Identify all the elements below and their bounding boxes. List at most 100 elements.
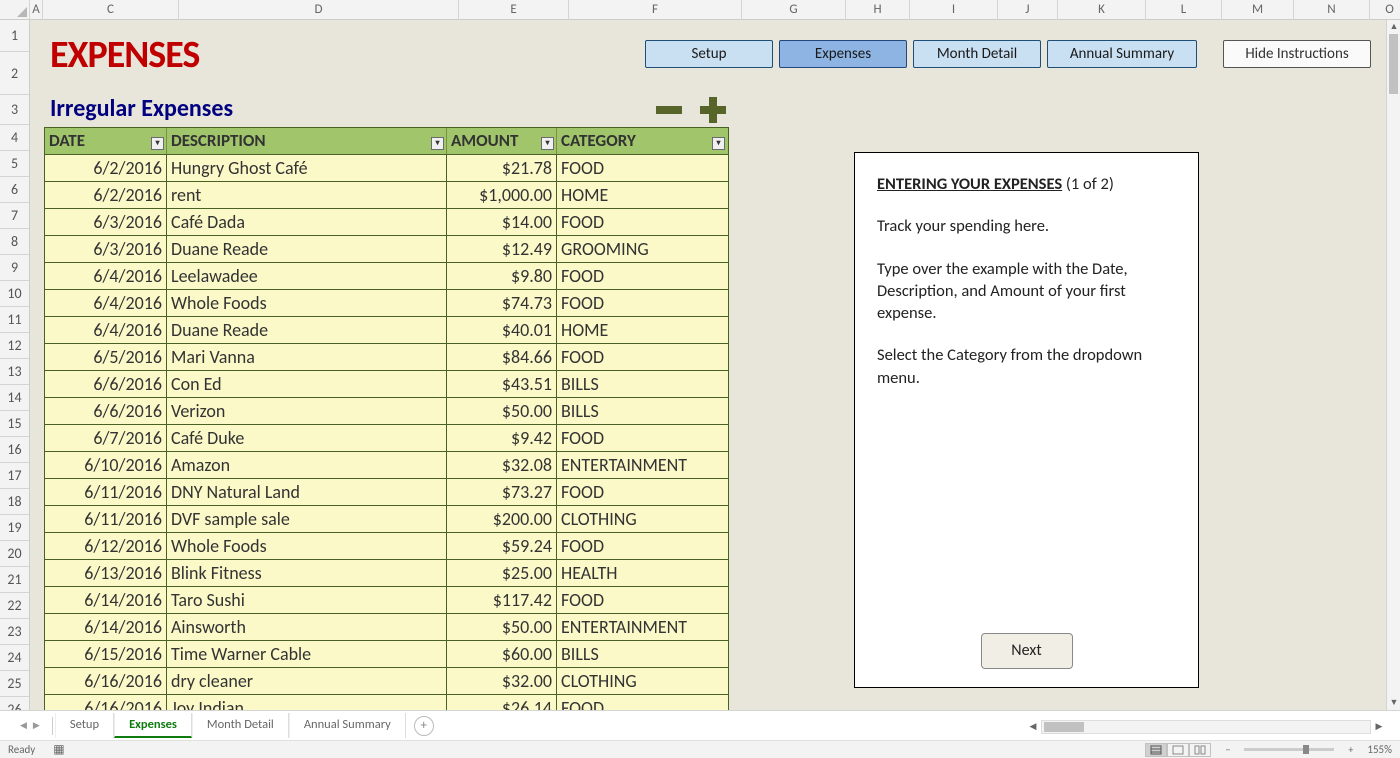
- cell-cat[interactable]: FOOD: [557, 344, 727, 370]
- col-header-date[interactable]: DATE▾: [45, 128, 167, 154]
- sheet-tab-setup[interactable]: Setup: [55, 713, 114, 738]
- cell-date[interactable]: 6/12/2016: [45, 533, 167, 559]
- select-all-corner[interactable]: [0, 0, 30, 20]
- cell-cat[interactable]: GROOMING: [557, 236, 727, 262]
- cell-desc[interactable]: Time Warner Cable: [167, 641, 447, 667]
- cell-amount[interactable]: $117.42: [447, 587, 557, 613]
- cell-desc[interactable]: Mari Vanna: [167, 344, 447, 370]
- row-header-17[interactable]: 17: [0, 463, 29, 489]
- cell-cat[interactable]: BILLS: [557, 398, 727, 424]
- table-row[interactable]: 6/7/2016Café Duke$9.42FOOD: [45, 425, 728, 452]
- cell-cat[interactable]: FOOD: [557, 479, 727, 505]
- add-row-button[interactable]: [696, 94, 728, 126]
- remove-row-button[interactable]: [652, 94, 684, 126]
- cell-desc[interactable]: Taro Sushi: [167, 587, 447, 613]
- cell-date[interactable]: 6/13/2016: [45, 560, 167, 586]
- cell-cat[interactable]: FOOD: [557, 263, 727, 289]
- table-row[interactable]: 6/3/2016Café Dada$14.00FOOD: [45, 209, 728, 236]
- cell-date[interactable]: 6/4/2016: [45, 317, 167, 343]
- cell-desc[interactable]: Verizon: [167, 398, 447, 424]
- row-header-16[interactable]: 16: [0, 437, 29, 463]
- column-header-F[interactable]: F: [569, 0, 742, 20]
- column-header-C[interactable]: C: [43, 0, 179, 20]
- column-header-E[interactable]: E: [459, 0, 569, 20]
- zoom-in-button[interactable]: +: [1344, 743, 1357, 756]
- cell-desc[interactable]: Ainsworth: [167, 614, 447, 640]
- cell-date[interactable]: 6/16/2016: [45, 668, 167, 694]
- cell-desc[interactable]: Blink Fitness: [167, 560, 447, 586]
- cell-desc[interactable]: Café Duke: [167, 425, 447, 451]
- cell-date[interactable]: 6/6/2016: [45, 398, 167, 424]
- scroll-up-arrow[interactable]: ▲: [1387, 20, 1400, 34]
- zoom-out-button[interactable]: −: [1221, 743, 1234, 756]
- cell-date[interactable]: 6/5/2016: [45, 344, 167, 370]
- cell-amount[interactable]: $50.00: [447, 614, 557, 640]
- table-row[interactable]: 6/11/2016DVF sample sale$200.00CLOTHING: [45, 506, 728, 533]
- filter-icon[interactable]: ▾: [541, 137, 554, 150]
- cell-desc[interactable]: DNY Natural Land: [167, 479, 447, 505]
- row-header-2[interactable]: 2: [0, 52, 29, 95]
- row-header-20[interactable]: 20: [0, 541, 29, 567]
- cell-cat[interactable]: BILLS: [557, 371, 727, 397]
- table-row[interactable]: 6/10/2016Amazon$32.08ENTERTAINMENT: [45, 452, 728, 479]
- column-header-J[interactable]: J: [998, 0, 1058, 20]
- worksheet-area[interactable]: EXPENSES Irregular Expenses SetupExpense…: [30, 20, 1386, 710]
- table-row[interactable]: 6/15/2016Time Warner Cable$60.00BILLS: [45, 641, 728, 668]
- table-row[interactable]: 6/14/2016Ainsworth$50.00ENTERTAINMENT: [45, 614, 728, 641]
- table-row[interactable]: 6/13/2016Blink Fitness$25.00HEALTH: [45, 560, 728, 587]
- row-header-3[interactable]: 3: [0, 95, 29, 125]
- scroll-left-arrow[interactable]: ◀: [1026, 720, 1040, 734]
- cell-date[interactable]: 6/4/2016: [45, 263, 167, 289]
- row-header-6[interactable]: 6: [0, 177, 29, 203]
- cell-desc[interactable]: Duane Reade: [167, 236, 447, 262]
- row-header-1[interactable]: 1: [0, 20, 29, 52]
- view-page-break-icon[interactable]: [1189, 743, 1211, 757]
- row-header-18[interactable]: 18: [0, 489, 29, 515]
- row-header-14[interactable]: 14: [0, 385, 29, 411]
- cell-desc[interactable]: dry cleaner: [167, 668, 447, 694]
- cell-amount[interactable]: $50.00: [447, 398, 557, 424]
- cell-cat[interactable]: FOOD: [557, 155, 727, 181]
- cell-amount[interactable]: $200.00: [447, 506, 557, 532]
- cell-desc[interactable]: DVF sample sale: [167, 506, 447, 532]
- column-header-G[interactable]: G: [742, 0, 846, 20]
- row-header-24[interactable]: 24: [0, 645, 29, 671]
- scrollbar-thumb[interactable]: [1389, 34, 1398, 94]
- table-row[interactable]: 6/5/2016Mari Vanna$84.66FOOD: [45, 344, 728, 371]
- row-header-15[interactable]: 15: [0, 411, 29, 437]
- nav-button-expenses[interactable]: Expenses: [779, 40, 907, 68]
- cell-desc[interactable]: Amazon: [167, 452, 447, 478]
- cell-date[interactable]: 6/16/2016: [45, 695, 167, 710]
- row-header-23[interactable]: 23: [0, 619, 29, 645]
- cell-cat[interactable]: CLOTHING: [557, 506, 727, 532]
- filter-icon[interactable]: ▾: [712, 137, 725, 150]
- table-row[interactable]: 6/4/2016Leelawadee$9.80FOOD: [45, 263, 728, 290]
- cell-amount[interactable]: $40.01: [447, 317, 557, 343]
- cell-amount[interactable]: $14.00: [447, 209, 557, 235]
- column-header-K[interactable]: K: [1058, 0, 1146, 20]
- nav-button-setup[interactable]: Setup: [645, 40, 773, 68]
- row-header-12[interactable]: 12: [0, 333, 29, 359]
- cell-amount[interactable]: $21.78: [447, 155, 557, 181]
- view-normal-icon[interactable]: [1145, 743, 1167, 757]
- cell-cat[interactable]: FOOD: [557, 209, 727, 235]
- table-row[interactable]: 6/4/2016Whole Foods$74.73FOOD: [45, 290, 728, 317]
- hide-instructions-button[interactable]: Hide Instructions: [1223, 40, 1371, 68]
- row-header-8[interactable]: 8: [0, 229, 29, 255]
- cell-desc[interactable]: Joy Indian: [167, 695, 447, 710]
- hscroll-thumb[interactable]: [1044, 722, 1084, 732]
- table-row[interactable]: 6/2/2016rent$1,000.00HOME: [45, 182, 728, 209]
- row-header-5[interactable]: 5: [0, 151, 29, 177]
- cell-cat[interactable]: FOOD: [557, 587, 727, 613]
- view-page-layout-icon[interactable]: [1167, 743, 1189, 757]
- column-header-M[interactable]: M: [1222, 0, 1294, 20]
- column-header-O[interactable]: O: [1370, 0, 1400, 20]
- scroll-right-arrow[interactable]: ▶: [1372, 720, 1386, 734]
- cell-cat[interactable]: BILLS: [557, 641, 727, 667]
- row-header-7[interactable]: 7: [0, 203, 29, 229]
- cell-date[interactable]: 6/7/2016: [45, 425, 167, 451]
- cell-amount[interactable]: $9.42: [447, 425, 557, 451]
- cell-date[interactable]: 6/10/2016: [45, 452, 167, 478]
- row-header-22[interactable]: 22: [0, 593, 29, 619]
- cell-date[interactable]: 6/11/2016: [45, 506, 167, 532]
